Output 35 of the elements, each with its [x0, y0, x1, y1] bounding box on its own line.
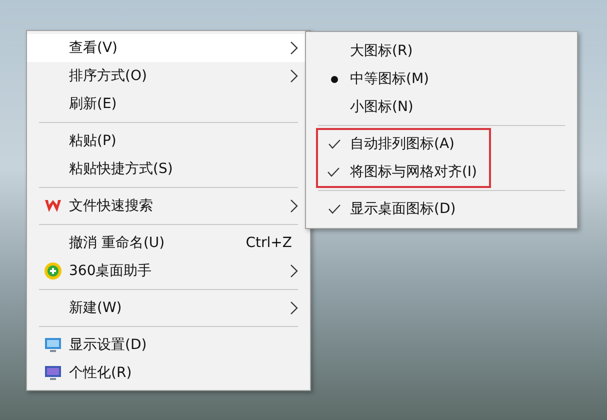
menu-item-label: 刷新(E) [69, 95, 118, 113]
menu-item[interactable]: 小图标(N) [318, 93, 489, 121]
w-logo-icon [44, 199, 62, 213]
menu-item-label: 个性化(R) [69, 364, 133, 382]
menu-item-label: 撤消 重命名(U) [69, 234, 166, 252]
menu-item-label: 中等图标(M) [350, 70, 430, 88]
menu-item[interactable]: 中等图标(M) [318, 65, 489, 93]
menu-item[interactable]: 大图标(R) [318, 37, 489, 65]
menu-item[interactable]: 文件快速搜索 [27, 192, 310, 220]
menu-item-label: 显示设置(D) [69, 336, 148, 354]
menu-item[interactable]: 显示桌面图标(D) [318, 195, 489, 223]
menu-item[interactable]: 新建(W) [27, 294, 310, 322]
menu-item[interactable]: 显示设置(D) [27, 331, 310, 359]
menu-item[interactable]: 自动排列图标(A) [318, 130, 489, 158]
menu-item-label: 自动排列图标(A) [350, 135, 456, 153]
menu-item[interactable]: 个性化(R) [27, 359, 310, 387]
menu-item-label: 将图标与网格对齐(I) [350, 163, 477, 181]
menu-item-label: 粘贴(P) [69, 132, 118, 150]
menu-item-label: 排序方式(O) [69, 67, 148, 85]
menu-item[interactable]: 撤消 重命名(U) Ctrl+Z [27, 229, 310, 257]
menu-item-label: 小图标(N) [350, 98, 414, 116]
monitor-icon [44, 337, 62, 353]
menu-item-label: 显示桌面图标(D) [350, 200, 457, 218]
menu-item[interactable]: 排序方式(O) [27, 62, 310, 90]
menu-item-label: 360桌面助手 [69, 262, 153, 280]
menu-item-label: 文件快速搜索 [69, 197, 154, 215]
menu-item-label: 大图标(R) [350, 42, 414, 60]
menu-item[interactable]: 360桌面助手 [27, 257, 310, 285]
monitor-icon [44, 365, 62, 381]
menu-item[interactable]: 将图标与网格对齐(I) [318, 158, 489, 186]
shortcut-label: Ctrl+Z [246, 235, 292, 251]
menu-item-label: 粘贴快捷方式(S) [69, 160, 174, 178]
menu-item-label: 查看(V) [69, 39, 119, 57]
menu-item-label: 新建(W) [69, 299, 123, 317]
plus-circle-icon [44, 262, 62, 280]
